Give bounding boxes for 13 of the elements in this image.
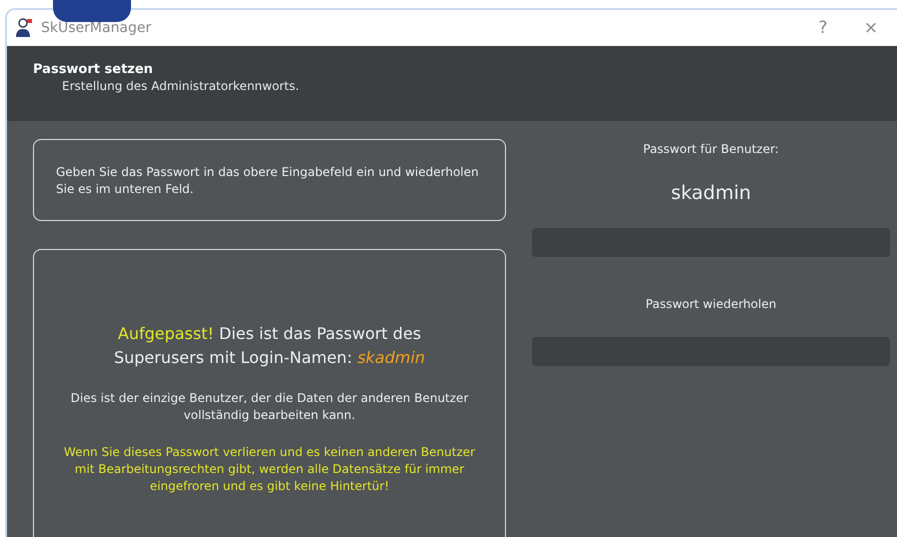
info-text: Dies ist der einzige Benutzer, der die Daten der anderen Benutzer vollständig bearbeiten kann. [70, 390, 470, 424]
repeat-label: Passwort wiederholen [646, 297, 776, 311]
user-name: skadmin [670, 182, 752, 204]
help-button[interactable]: ? [803, 18, 843, 38]
warning-text: Aufgepasst! Dies ist das Passwort des Superusers mit Login-Namen: skadmin [112, 323, 426, 369]
user-label: Passwort für Benutzer: [643, 142, 779, 156]
header-subtitle: Erstellung des Administratorkennworts. [61, 79, 300, 93]
window-title: SkUserManager [41, 20, 152, 36]
alert-text: Wenn Sie dieses Passwort verlieren und es keinen anderen Benutzer mit Bearbeitungsrechten gibt, werden alle Datensätze für immer eingefroren und es gibt keine Hintertür! [62, 444, 476, 495]
close-button[interactable]: × [851, 18, 891, 38]
header-title: Passwort setzen [33, 62, 154, 77]
instructions-text: Geben Sie das Passwort in das obere Eingabefeld ein und wiederholen Sie es im unteren Feld. [33, 139, 506, 221]
user-icon [15, 18, 33, 38]
